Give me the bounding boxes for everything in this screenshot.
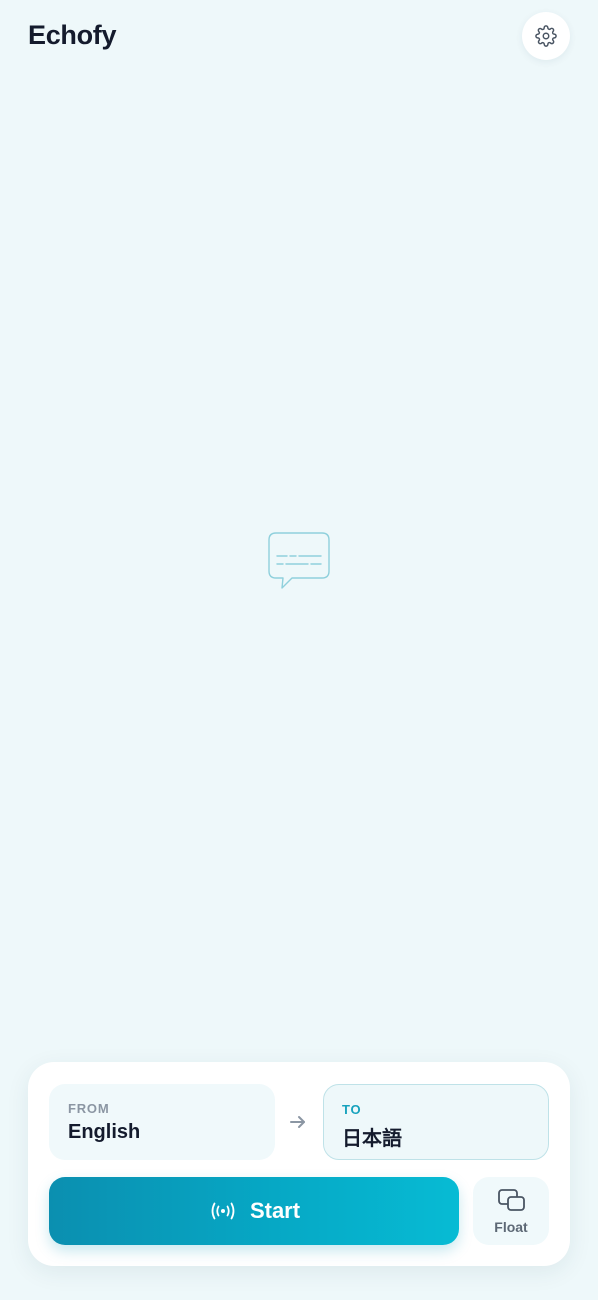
target-language-selector[interactable]: TO 日本語 [323, 1084, 549, 1160]
target-language-value: 日本語 [342, 1128, 402, 1150]
start-button[interactable]: Start [49, 1177, 459, 1245]
broadcast-icon [208, 1201, 238, 1221]
app-title: Echofy [28, 20, 117, 50]
float-button-label: Float [494, 1219, 528, 1235]
source-language-selector[interactable]: FROM English [49, 1084, 275, 1160]
target-language-caption: TO [342, 1102, 362, 1117]
start-button-label: Start [249, 1198, 301, 1223]
source-language-value: English [68, 1121, 141, 1143]
picture-in-picture-icon [497, 1188, 527, 1214]
translation-controls-panel: FROM English TO 日本語 Start Float [28, 1062, 570, 1266]
chat-bubble-subtitles-icon [266, 531, 332, 591]
arrow-right-icon [288, 1112, 308, 1132]
settings-button[interactable] [522, 12, 570, 60]
gear-icon [535, 25, 557, 47]
float-button[interactable]: Float [473, 1177, 549, 1245]
source-language-caption: FROM [68, 1101, 110, 1116]
